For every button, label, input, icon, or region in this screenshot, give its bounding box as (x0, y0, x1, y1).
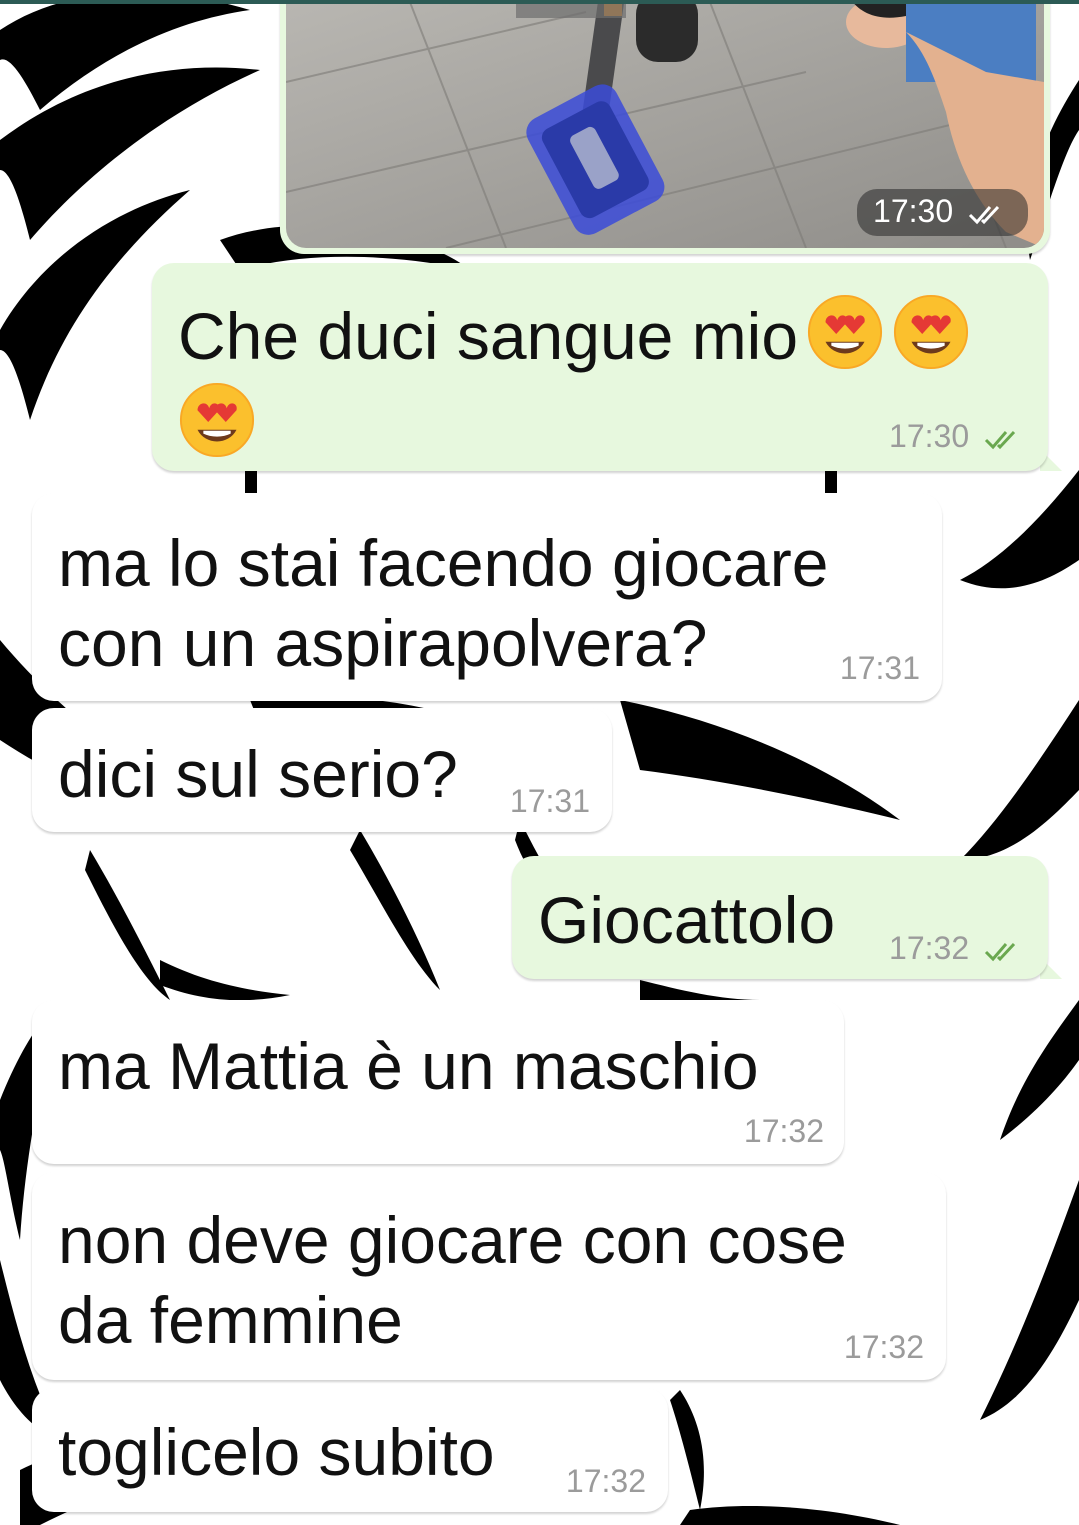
message-time-text: 17:30 (889, 418, 970, 454)
heart-eyes-emoji (807, 294, 883, 370)
message-text: Che duci sangue mio (178, 293, 1028, 376)
message-bubble-outgoing[interactable]: Che duci sangue mio 17:30 (152, 263, 1048, 471)
message-text: non deve giocare con cose da femmine (58, 1203, 866, 1357)
message-timestamp: 17:32 (743, 1113, 824, 1149)
photo-timestamp: 17:30 (857, 189, 1028, 236)
message-timestamp: 17:32 (565, 1463, 646, 1499)
message-timestamp: 17:32 (843, 1329, 924, 1365)
message-text: ma Mattia è un maschio (58, 1029, 759, 1103)
heart-eyes-emoji (179, 382, 255, 458)
message-text: dici sul serio? (58, 737, 458, 811)
message-timestamp: 17:30 (889, 418, 1028, 455)
top-status-strip (0, 0, 1079, 4)
photo-time-text: 17:30 (873, 193, 954, 229)
message-timestamp: 17:31 (839, 650, 920, 686)
message-timestamp: 17:32 (889, 930, 1028, 967)
message-bubble-incoming[interactable]: ma Mattia è un maschio 17:32 (32, 1000, 844, 1164)
message-text: ma lo stai facendo giocare con un aspira… (58, 526, 847, 680)
message-text-content: Che duci sangue mio (178, 299, 799, 373)
double-check-icon (984, 942, 1016, 961)
message-bubble-outgoing[interactable]: Giocattolo 17:32 (512, 856, 1048, 979)
heart-eyes-emoji (893, 294, 969, 370)
message-bubble-incoming[interactable]: non deve giocare con cose da femmine 17:… (32, 1172, 946, 1380)
message-bubble-incoming[interactable]: ma lo stai facendo giocare con un aspira… (32, 493, 942, 701)
message-time-text: 17:32 (889, 930, 970, 966)
message-bubble-incoming[interactable]: dici sul serio? 17:31 (32, 708, 612, 832)
message-bubble-incoming[interactable]: toglicelo subito 17:32 (32, 1388, 668, 1512)
photo-message[interactable]: 17:30 (280, 0, 1050, 254)
message-text: toglicelo subito (58, 1415, 495, 1489)
double-check-icon (968, 205, 1000, 224)
double-check-icon (984, 430, 1016, 449)
message-text: Giocattolo (538, 883, 836, 957)
message-timestamp: 17:31 (509, 783, 590, 819)
